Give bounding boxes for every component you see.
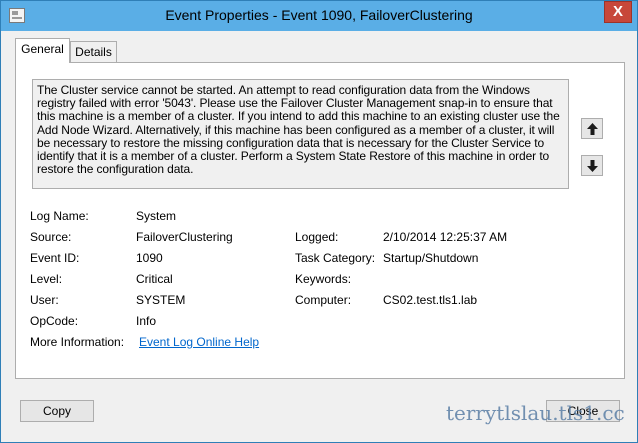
tab-general[interactable]: General: [15, 38, 70, 63]
user-value: SYSTEM: [136, 293, 186, 307]
copy-button[interactable]: Copy: [20, 400, 94, 422]
logged-label: Logged:: [295, 230, 339, 244]
log-name-value: System: [136, 209, 177, 223]
computer-label: Computer:: [295, 293, 352, 307]
event-log-online-help-link[interactable]: Event Log Online Help: [139, 335, 259, 349]
previous-event-button[interactable]: [581, 118, 603, 139]
arrow-down-icon: [587, 160, 598, 172]
title-bar[interactable]: Event Properties - Event 1090, FailoverC…: [1, 1, 637, 31]
task-category-value: Startup/Shutdown: [383, 251, 479, 265]
general-panel: The Cluster service cannot be started. A…: [15, 62, 625, 379]
logged-value: 2/10/2014 12:25:37 AM: [383, 230, 508, 244]
window-close-button[interactable]: X: [604, 1, 632, 23]
computer-value: CS02.test.tls1.lab: [383, 293, 478, 307]
level-value: Critical: [136, 272, 173, 286]
event-description[interactable]: The Cluster service cannot be started. A…: [32, 79, 569, 189]
user-label: User:: [30, 293, 59, 307]
event-id-label: Event ID:: [30, 251, 80, 265]
keywords-label: Keywords:: [295, 272, 352, 286]
opcode-label: OpCode:: [30, 314, 79, 328]
source-value: FailoverClustering: [136, 230, 233, 244]
source-label: Source:: [30, 230, 72, 244]
opcode-value: Info: [136, 314, 157, 328]
level-label: Level:: [30, 272, 63, 286]
more-information-label: More Information:: [30, 335, 125, 349]
window-title: Event Properties - Event 1090, FailoverC…: [165, 7, 473, 23]
tab-details[interactable]: Details: [70, 41, 117, 64]
event-properties-window: Event Properties - Event 1090, FailoverC…: [0, 0, 638, 443]
arrow-up-icon: [587, 123, 598, 135]
event-id-value: 1090: [136, 251, 163, 265]
watermark: terrytlslau.tls1.cc: [446, 401, 625, 425]
next-event-button[interactable]: [581, 155, 603, 176]
log-name-label: Log Name:: [30, 209, 89, 223]
task-category-label: Task Category:: [295, 251, 376, 265]
